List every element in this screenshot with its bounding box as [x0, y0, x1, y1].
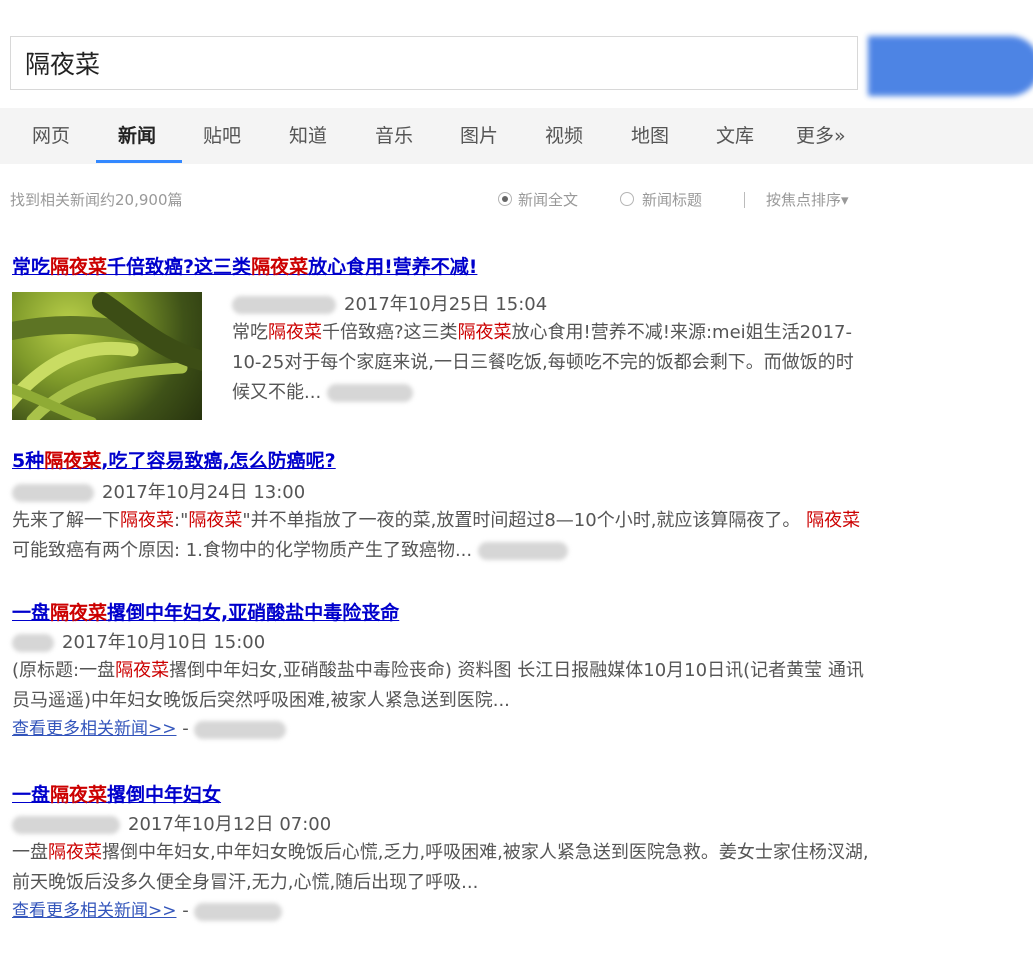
tab-more[interactable]: 更多»	[796, 108, 846, 164]
result-abstract: (原标题:一盘隔夜菜撂倒中年妇女,亚硝酸盐中毒险丧命) 资料图 长江日报融媒体1…	[12, 660, 864, 711]
more-separator: -	[176, 900, 195, 921]
tab-images[interactable]: 图片	[460, 108, 498, 164]
source-name-blurred	[194, 902, 283, 921]
tab-video[interactable]: 视频	[545, 108, 583, 164]
meta-divider	[744, 192, 745, 208]
source-name-blurred	[12, 816, 120, 834]
news-thumbnail[interactable]	[12, 292, 202, 420]
source-name-blurred	[232, 296, 336, 314]
tab-zhidao[interactable]: 知道	[289, 108, 327, 164]
publish-date: 2017年10月12日 07:00	[128, 814, 332, 835]
source-name-blurred	[477, 542, 568, 560]
news-result: 一盘隔夜菜撂倒中年妇女,亚硝酸盐中毒险丧命 2017年10月10日 15:00 …	[12, 600, 872, 742]
more-related-news-link[interactable]: 查看更多相关新闻>>	[12, 719, 177, 739]
tab-wenku[interactable]: 文库	[716, 108, 754, 164]
more-related-news-link[interactable]: 查看更多相关新闻>>	[12, 901, 177, 921]
publish-date: 2017年10月25日 15:04	[344, 294, 548, 315]
more-separator: -	[176, 718, 195, 739]
publish-date: 2017年10月10日 15:00	[62, 632, 266, 653]
result-body: 2017年10月25日 15:04 常吃隔夜菜千倍致癌?这三类隔夜菜放心食用!营…	[232, 292, 862, 408]
source-name-blurred	[12, 484, 94, 502]
search-bar	[10, 36, 1033, 96]
publish-date: 2017年10月24日 13:00	[102, 482, 306, 503]
tab-map[interactable]: 地图	[631, 108, 669, 164]
nav-tabs: 网页 新闻 贴吧 知道 音乐 图片 视频 地图 文库 更多»	[0, 108, 1033, 164]
news-result: 常吃隔夜菜千倍致癌?这三类隔夜菜放心食用!营养不减!	[12, 254, 477, 280]
search-input[interactable]	[10, 36, 858, 90]
result-meta: 找到相关新闻约20,900篇 新闻全文 新闻标题 按焦点排序▾	[10, 186, 880, 214]
source-name-blurred	[12, 634, 54, 652]
filter-title-label[interactable]: 新闻标题	[642, 186, 702, 214]
result-abstract: 先来了解一下隔夜菜:"隔夜菜"并不单指放了一夜的菜,放置时间超过8—10个小时,…	[12, 510, 861, 561]
result-title[interactable]: 一盘隔夜菜撂倒中年妇女	[12, 782, 872, 808]
source-name-blurred	[194, 720, 287, 739]
sort-dropdown[interactable]: 按焦点排序▾	[766, 186, 849, 214]
source-name-blurred	[326, 384, 413, 402]
tab-tieba[interactable]: 贴吧	[203, 108, 241, 164]
result-title[interactable]: 常吃隔夜菜千倍致癌?这三类隔夜菜放心食用!营养不减!	[12, 254, 477, 280]
news-result: 一盘隔夜菜撂倒中年妇女 2017年10月12日 07:00 一盘隔夜菜撂倒中年妇…	[12, 782, 872, 924]
result-title[interactable]: 一盘隔夜菜撂倒中年妇女,亚硝酸盐中毒险丧命	[12, 600, 872, 626]
news-result: 5种隔夜菜,吃了容易致癌,怎么防癌呢? 2017年10月24日 13:00 先来…	[12, 448, 872, 566]
active-tab-indicator	[96, 160, 182, 163]
result-abstract: 常吃隔夜菜千倍致癌?这三类隔夜菜放心食用!营养不减!来源:mei姐生活2017-…	[232, 322, 854, 403]
filter-full-text-label[interactable]: 新闻全文	[518, 186, 578, 214]
tab-news[interactable]: 新闻	[118, 108, 156, 164]
radio-title-only[interactable]	[620, 192, 634, 206]
result-abstract: 一盘隔夜菜撂倒中年妇女,中年妇女晚饭后心慌,乏力,呼吸困难,被家人紧急送到医院急…	[12, 842, 869, 893]
tab-music[interactable]: 音乐	[375, 108, 413, 164]
search-button[interactable]	[868, 36, 1033, 96]
result-title[interactable]: 5种隔夜菜,吃了容易致癌,怎么防癌呢?	[12, 448, 872, 474]
result-count: 找到相关新闻约20,900篇	[10, 191, 183, 209]
radio-full-text[interactable]	[498, 192, 512, 206]
tab-web[interactable]: 网页	[32, 108, 70, 164]
